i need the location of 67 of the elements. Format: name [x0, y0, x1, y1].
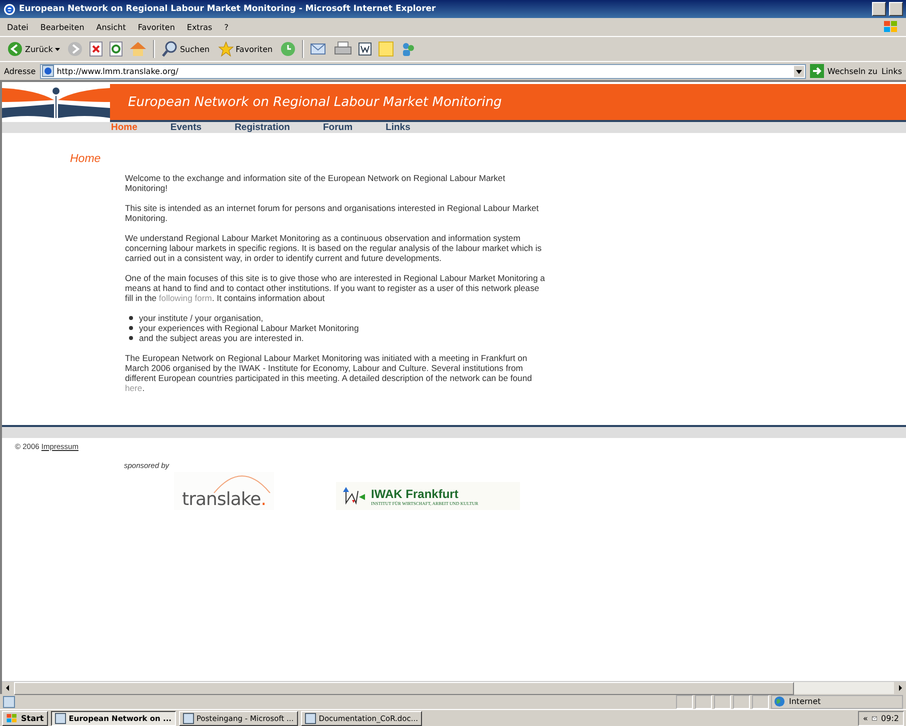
paragraph: One of the main focuses of this site is to give those who are interested in Regional Labour Market Monitoring a means at hand to find and to contact other institutions. If you want to register as a user of this network please fill in the following form. It contains information about — [125, 273, 545, 303]
menu-item[interactable]: ? — [224, 22, 228, 32]
scroll-right-icon[interactable] — [894, 682, 906, 694]
status-pane — [752, 694, 769, 708]
minimize-button[interactable] — [872, 2, 886, 16]
search-button[interactable]: Suchen — [160, 40, 211, 58]
restore-button[interactable] — [889, 2, 903, 16]
paragraph: This site is intended as an internet forum for persons and organisations interested in Regional Labour Market Monitoring. — [125, 203, 540, 223]
address-label: Adresse — [4, 66, 36, 76]
window-title: European Network on Regional Labour Market Monitoring - Microsoft Internet Explorer — [19, 4, 436, 14]
tray-expand-button[interactable]: « — [863, 714, 868, 722]
page-icon — [42, 65, 54, 77]
document-icon[interactable] — [358, 41, 372, 57]
translake-logo[interactable]: translake. — [174, 472, 274, 510]
menu-item[interactable]: Extras — [186, 22, 212, 32]
page-heading: Home — [70, 153, 102, 165]
paragraph: We understand Regional Labour Market Monitoring as a continuous observation and information system concerning labour markets in specific regions. It is based on the regular analysis of the labour market which is carried out in a consistent way, in order to identify current and future developments. — [125, 233, 543, 263]
nav-link[interactable]: Events — [170, 122, 202, 133]
menu-item[interactable]: Datei — [7, 22, 28, 32]
menu-item[interactable]: Ansicht — [96, 22, 126, 32]
windows-flag-icon — [883, 20, 899, 34]
window-icon — [182, 712, 194, 724]
window-icon — [304, 712, 316, 724]
browser-icon — [3, 2, 16, 16]
start-button[interactable]: Start — [2, 710, 48, 726]
bullet-icon — [129, 316, 133, 320]
bullet-icon — [129, 326, 133, 330]
scroll-thumb[interactable] — [14, 682, 794, 694]
horizontal-scrollbar[interactable] — [2, 681, 906, 694]
caret-icon — [54, 48, 60, 50]
globe-icon — [774, 696, 785, 707]
arrow-icon — [810, 64, 824, 78]
paragraph: The European Network on Regional Labour Market Monitoring was initiated with a meeting in Frankfurt on March 2006 organised by the IWAK - Institute for Economy, Labour and Culture. Several institutions from different European countries participated in this meeting. A detailed description of the network can be found here. — [125, 353, 533, 393]
bullet-icon — [129, 336, 133, 340]
back-button[interactable]: Zurück — [6, 40, 61, 58]
clock: 09:2 — [881, 714, 899, 722]
menu-item[interactable]: Favoriten — [138, 22, 175, 32]
go-button[interactable]: Wechseln zu — [810, 64, 878, 78]
nav-link[interactable]: Links — [386, 122, 410, 133]
status-pane — [714, 694, 731, 708]
list-item: your institute / your organisation, — [139, 313, 264, 323]
mail-icon[interactable] — [310, 41, 328, 57]
security-zone: Internet — [771, 694, 903, 708]
paragraph: Welcome to the exchange and information site of the European Network on Regional Labour Market Monitoring! — [125, 173, 506, 193]
stop-icon[interactable] — [88, 41, 103, 57]
printer-icon[interactable] — [334, 41, 352, 57]
page-icon — [3, 696, 15, 708]
status-pane — [733, 694, 750, 708]
star-icon — [218, 41, 234, 57]
list-item: your experiences with Regional Labour Market Monitoring — [139, 323, 359, 333]
mail-icon — [872, 714, 878, 722]
list-item: and the subject areas you are interested in. — [139, 333, 304, 343]
history-icon[interactable] — [280, 41, 296, 57]
site-title: European Network on Regional Labour Market Monitoring — [128, 94, 502, 110]
status-pane — [676, 694, 693, 708]
nav-link[interactable]: Forum — [323, 122, 353, 133]
windows-flag-icon — [6, 712, 18, 724]
links-button[interactable]: Links — [881, 66, 902, 76]
search-icon — [162, 41, 178, 57]
scroll-left-icon[interactable] — [2, 682, 14, 694]
favorites-button[interactable]: Favoriten — [216, 40, 274, 58]
address-field[interactable]: http://www.lmm.translake.org/ — [40, 64, 806, 78]
refresh-icon[interactable] — [108, 41, 123, 57]
status-pane — [695, 694, 712, 708]
nav-link[interactable]: Registration — [234, 122, 290, 133]
menu-item[interactable]: Bearbeiten — [40, 22, 84, 32]
window-icon — [54, 712, 66, 724]
